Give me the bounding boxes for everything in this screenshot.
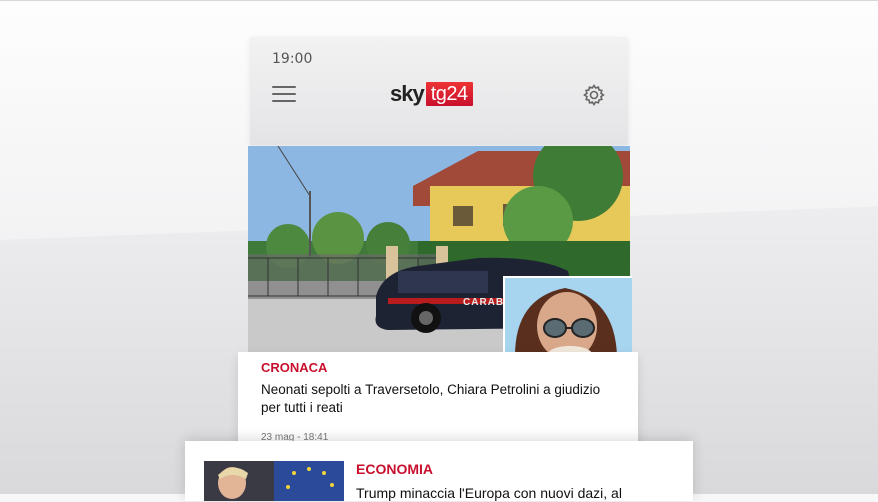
article-card-economia[interactable]: ECONOMIA Trump minaccia l'Europa con nuo…	[185, 441, 693, 501]
article-category: CRONACA	[261, 360, 328, 375]
hero-image-text: CARABI	[463, 297, 508, 308]
inset-portrait	[503, 276, 632, 356]
top-divider	[0, 0, 878, 1]
article-card-cronaca[interactable]: CRONACA Neonati sepolti a Traversetolo, …	[238, 352, 638, 446]
app-header: 19:00 sky tg24	[250, 37, 628, 145]
logo-sky-text: sky	[390, 81, 425, 106]
article-headline[interactable]: Neonati sepolti a Traversetolo, Chiara P…	[261, 381, 621, 417]
article-thumbnail	[204, 461, 344, 501]
article-category: ECONOMIA	[356, 461, 433, 477]
gear-icon[interactable]	[582, 83, 606, 107]
hamburger-menu-icon[interactable]	[272, 86, 296, 104]
sky-tg24-logo[interactable]: sky tg24	[390, 80, 473, 108]
status-time: 19:00	[272, 51, 313, 67]
article-headline[interactable]: Trump minaccia l'Europa con nuovi dazi, …	[356, 484, 686, 502]
logo-tg24-text: tg24	[425, 82, 473, 106]
